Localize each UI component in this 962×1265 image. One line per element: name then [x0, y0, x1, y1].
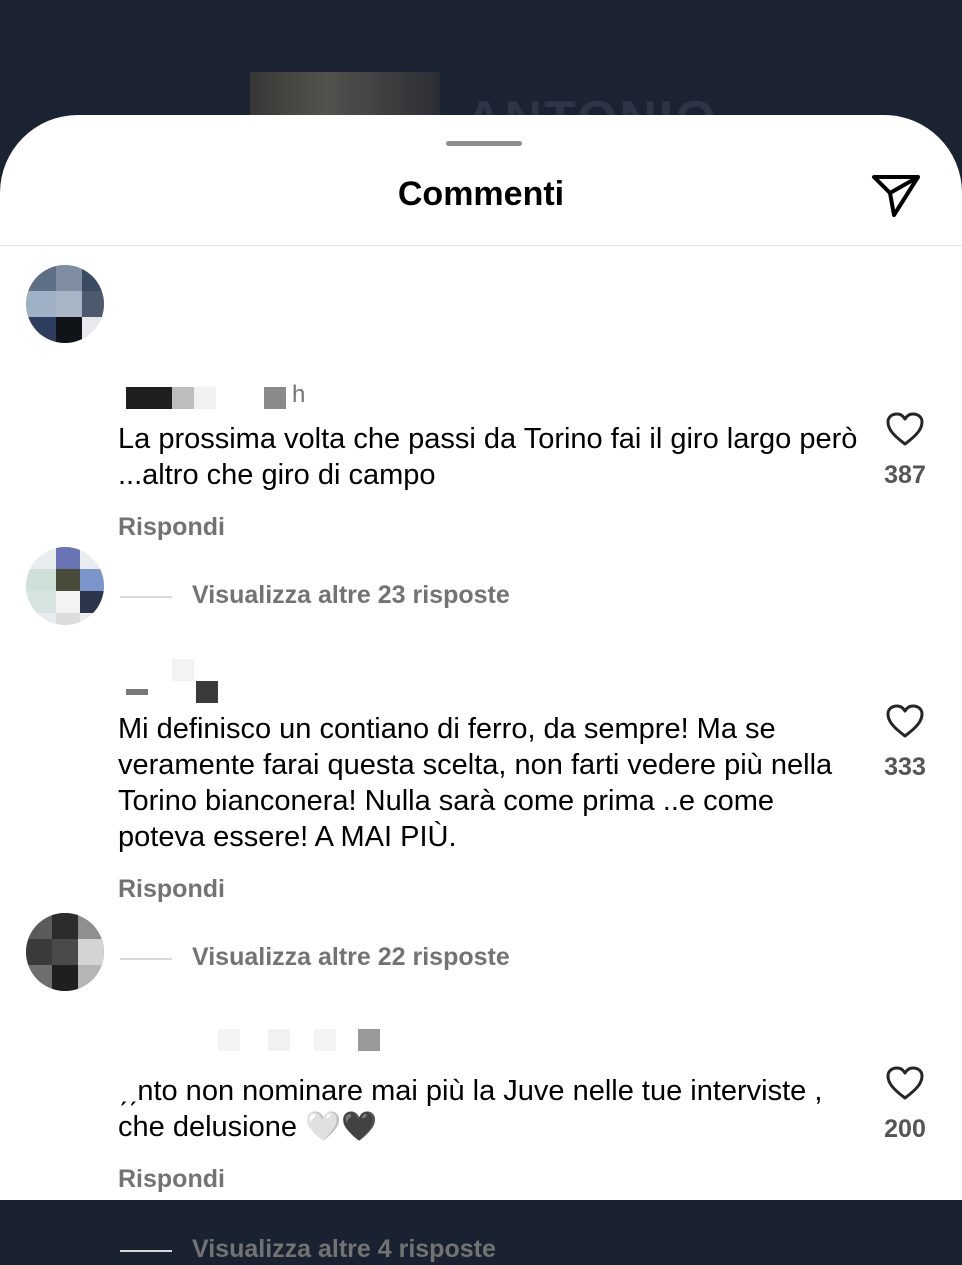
like-control: 200 — [872, 1065, 938, 1144]
like-count: 200 — [884, 1115, 926, 1143]
replies-divider-line — [120, 596, 172, 598]
heart-outline-icon[interactable] — [885, 411, 925, 447]
comment-text: Mi definisco un contiano di ferro, da se… — [118, 713, 833, 853]
timestamp: h — [292, 381, 306, 408]
reply-button[interactable]: Rispondi — [118, 1165, 225, 1194]
like-control: 387 — [872, 411, 938, 490]
replies-divider-line — [120, 958, 172, 960]
header-divider — [0, 245, 962, 246]
avatar[interactable] — [26, 547, 104, 625]
view-more-replies-label: Visualizza altre 22 risposte — [192, 943, 510, 971]
comment-text: ˏˏnto non nominare mai più la Juve nelle… — [118, 1075, 823, 1143]
replies-divider-line — [120, 1250, 172, 1252]
avatar[interactable] — [26, 913, 104, 991]
heart-outline-icon[interactable] — [885, 1065, 925, 1101]
view-more-replies-label: Visualizza altre 4 risposte — [192, 1235, 496, 1263]
reply-button[interactable]: Rispondi — [118, 513, 225, 542]
heart-outline-icon[interactable] — [885, 703, 925, 739]
sheet-drag-handle[interactable] — [446, 141, 522, 146]
sheet-title: Commenti — [397, 175, 565, 213]
view-more-replies-label: Visualizza altre 23 risposte — [192, 581, 510, 609]
avatar[interactable] — [26, 265, 104, 343]
like-control: 333 — [872, 703, 938, 782]
like-count: 333 — [884, 753, 926, 781]
like-count: 387 — [884, 461, 926, 489]
comment-text: La prossima volta che passi da Torino fa… — [118, 423, 858, 491]
comments-sheet: Commenti h La prossima volta che passi d… — [0, 115, 962, 1263]
share-button[interactable] — [868, 169, 924, 221]
paper-plane-icon — [872, 175, 920, 217]
reply-button[interactable]: Rispondi — [118, 875, 225, 904]
